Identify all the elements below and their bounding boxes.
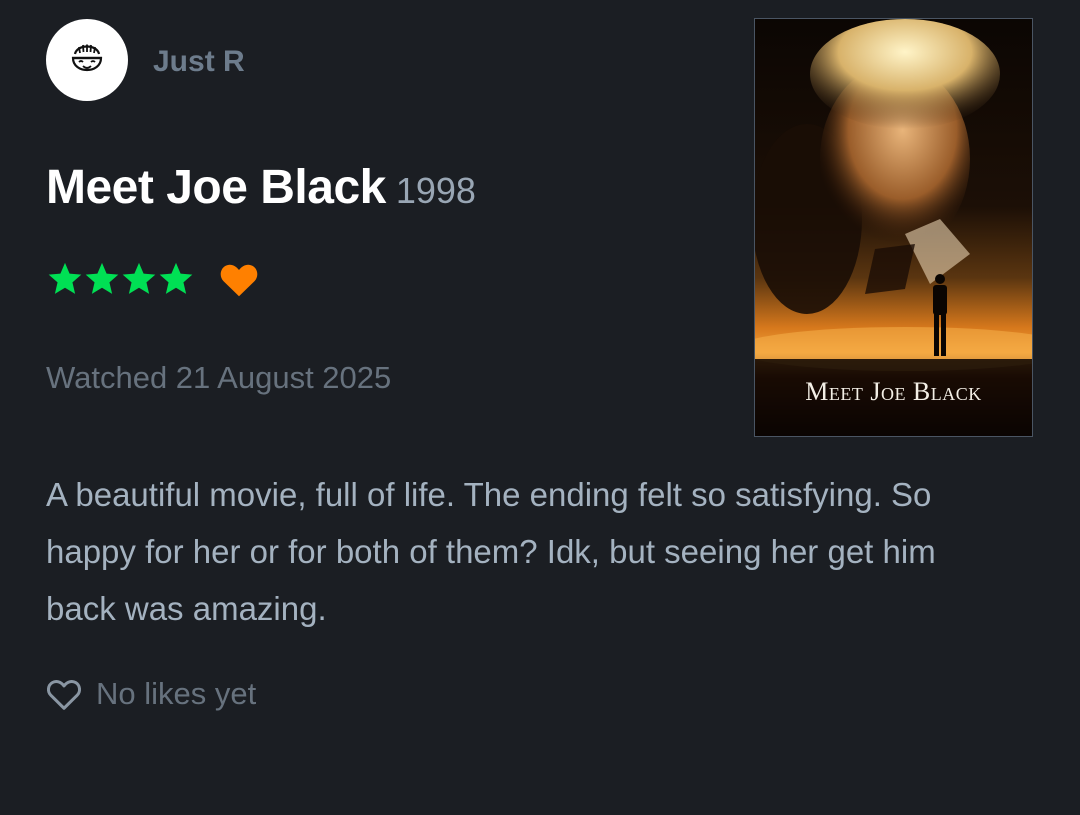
film-heading: Meet Joe Black 1998 (46, 160, 476, 215)
heart-outline-icon (47, 680, 81, 710)
review-page: Just R Meet Joe Black 1998 Watched 21 Aug… (0, 0, 1080, 815)
avatar-face-icon (71, 44, 103, 72)
star-icon (48, 262, 82, 294)
watched-date: Watched 21 August 2025 (46, 360, 392, 395)
star-icon (159, 262, 193, 294)
film-title[interactable]: Meet Joe Black (46, 161, 386, 214)
liked-heart-icon (220, 264, 258, 297)
username[interactable]: Just R (153, 45, 245, 79)
poster-title: Meet Joe Black (805, 377, 982, 406)
likes-button[interactable]: No likes yet (46, 676, 256, 712)
film-poster[interactable]: Meet Joe Black (754, 18, 1033, 437)
star-icon (122, 262, 156, 294)
review-text: A beautiful movie, full of life. The end… (46, 476, 936, 627)
rating-row (46, 258, 260, 300)
avatar[interactable] (46, 19, 128, 101)
star-icon (85, 262, 119, 294)
poster-artwork (755, 19, 1032, 436)
likes-label: No likes yet (96, 676, 257, 711)
film-year[interactable]: 1998 (396, 170, 476, 211)
